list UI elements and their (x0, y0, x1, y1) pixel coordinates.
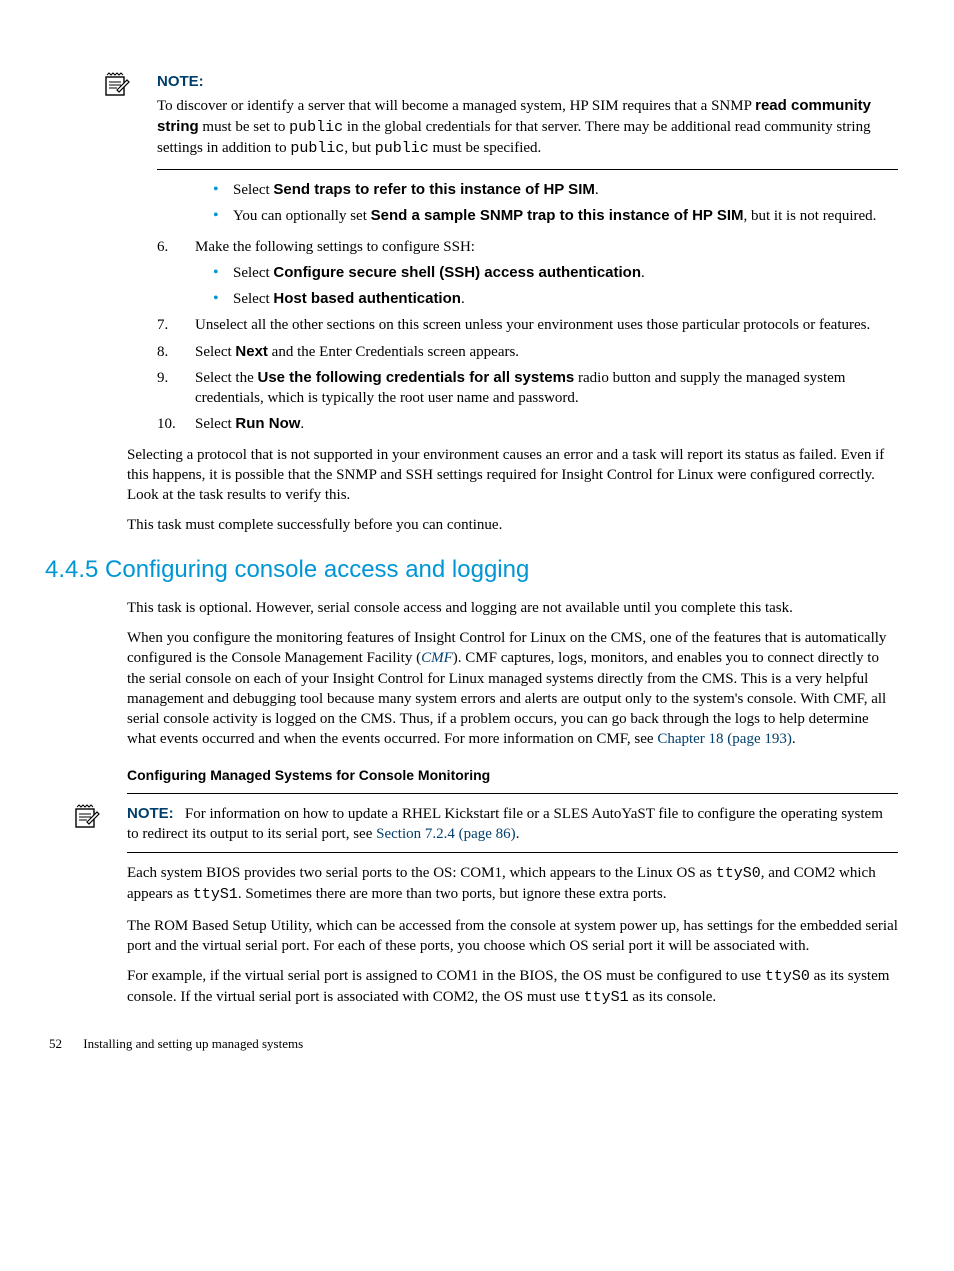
section-heading: 4.4.5 Configuring console access and log… (45, 554, 898, 586)
text: Select (195, 416, 235, 432)
step-list: 6. Make the following settings to config… (127, 237, 898, 435)
body-paragraph: When you configure the monitoring featur… (127, 628, 898, 750)
body-paragraph: This task must complete successfully bef… (127, 515, 898, 535)
step-item: 6. Make the following settings to config… (127, 237, 898, 310)
list-item: Select Host based authentication. (195, 289, 898, 309)
bold-text: Next (235, 343, 268, 360)
page-footer: 52 Installing and setting up managed sys… (45, 1035, 898, 1053)
bold-text: Host based authentication (273, 290, 461, 307)
step-number: 7. (157, 315, 168, 335)
note-box: NOTE: For information on how to update a… (127, 804, 898, 845)
text: . (792, 731, 796, 747)
bold-text: Configure secure shell (SSH) access auth… (273, 264, 641, 281)
text: . (461, 291, 465, 307)
step-item: 10. Select Run Now. (127, 414, 898, 434)
body-paragraph: The ROM Based Setup Utility, which can b… (127, 916, 898, 957)
code-text: ttyS0 (716, 865, 761, 882)
step-number: 6. (157, 237, 168, 257)
text: Select (233, 291, 273, 307)
code-text: public (290, 140, 344, 157)
step-item: 9. Select the Use the following credenti… (127, 368, 898, 409)
body-paragraph: This task is optional. However, serial c… (127, 598, 898, 618)
text: Each system BIOS provides two serial por… (127, 865, 716, 881)
sub-heading: Configuring Managed Systems for Console … (127, 766, 898, 785)
code-text: public (375, 140, 429, 157)
code-text: ttyS1 (193, 886, 238, 903)
text: Select (233, 182, 273, 198)
text: Select the (195, 370, 257, 386)
text: as its console. (629, 989, 717, 1005)
body-paragraph: Each system BIOS provides two serial por… (127, 863, 898, 906)
text: You can optionally set (233, 208, 371, 224)
note-label: NOTE: (157, 73, 204, 90)
bold-text: Run Now (235, 415, 300, 432)
step-item: 7. Unselect all the other sections on th… (127, 315, 898, 335)
bold-text: Send a sample SNMP trap to this instance… (371, 207, 744, 224)
chapter-name: Installing and setting up managed system… (83, 1035, 303, 1053)
code-text: ttyS1 (584, 989, 629, 1006)
divider (157, 169, 898, 170)
list-item: Select Configure secure shell (SSH) acce… (195, 263, 898, 283)
text: must be set to (199, 119, 289, 135)
list-item: Select Send traps to refer to this insta… (195, 180, 898, 200)
step-item: 8. Select Next and the Enter Credentials… (127, 342, 898, 362)
note-box: NOTE: To discover or identify a server t… (157, 72, 898, 159)
bullet-list: Select Send traps to refer to this insta… (195, 180, 898, 227)
text: must be specified. (429, 140, 541, 156)
note-label: NOTE: (127, 805, 174, 822)
note-icon (73, 804, 101, 836)
text: . (516, 826, 520, 842)
step-text: Make the following settings to configure… (195, 239, 475, 255)
list-item: You can optionally set Send a sample SNM… (195, 206, 898, 226)
bold-text: Use the following credentials for all sy… (257, 369, 574, 386)
body-paragraph: Selecting a protocol that is not support… (127, 445, 898, 506)
step-number: 8. (157, 342, 168, 362)
text: . (300, 416, 304, 432)
divider (127, 793, 898, 794)
text: , but (344, 140, 374, 156)
text: To discover or identify a server that wi… (157, 98, 755, 114)
code-text: ttyS0 (765, 968, 810, 985)
body-paragraph: For example, if the virtual serial port … (127, 966, 898, 1009)
code-text: public (289, 119, 343, 136)
step-number: 9. (157, 368, 168, 388)
text: Select (195, 344, 235, 360)
text: . (595, 182, 599, 198)
bullet-list: Select Configure secure shell (SSH) acce… (195, 263, 898, 310)
page-number: 52 (49, 1035, 62, 1053)
link-text[interactable]: Section 7.2.4 (page 86) (376, 826, 516, 842)
text: . Sometimes there are more than two port… (238, 886, 667, 902)
text: Select (233, 265, 273, 281)
bold-text: Send traps to refer to this instance of … (273, 181, 594, 198)
text: , but it is not required. (744, 208, 877, 224)
divider (127, 852, 898, 853)
step-text: Unselect all the other sections on this … (195, 317, 870, 333)
note-icon (103, 72, 131, 104)
text: . (641, 265, 645, 281)
link-text[interactable]: Chapter 18 (page 193) (657, 731, 792, 747)
note-body: To discover or identify a server that wi… (157, 96, 898, 159)
text: For example, if the virtual serial port … (127, 968, 765, 984)
link-text[interactable]: CMF (421, 650, 453, 666)
step-number: 10. (157, 414, 176, 434)
text: and the Enter Credentials screen appears… (268, 344, 519, 360)
